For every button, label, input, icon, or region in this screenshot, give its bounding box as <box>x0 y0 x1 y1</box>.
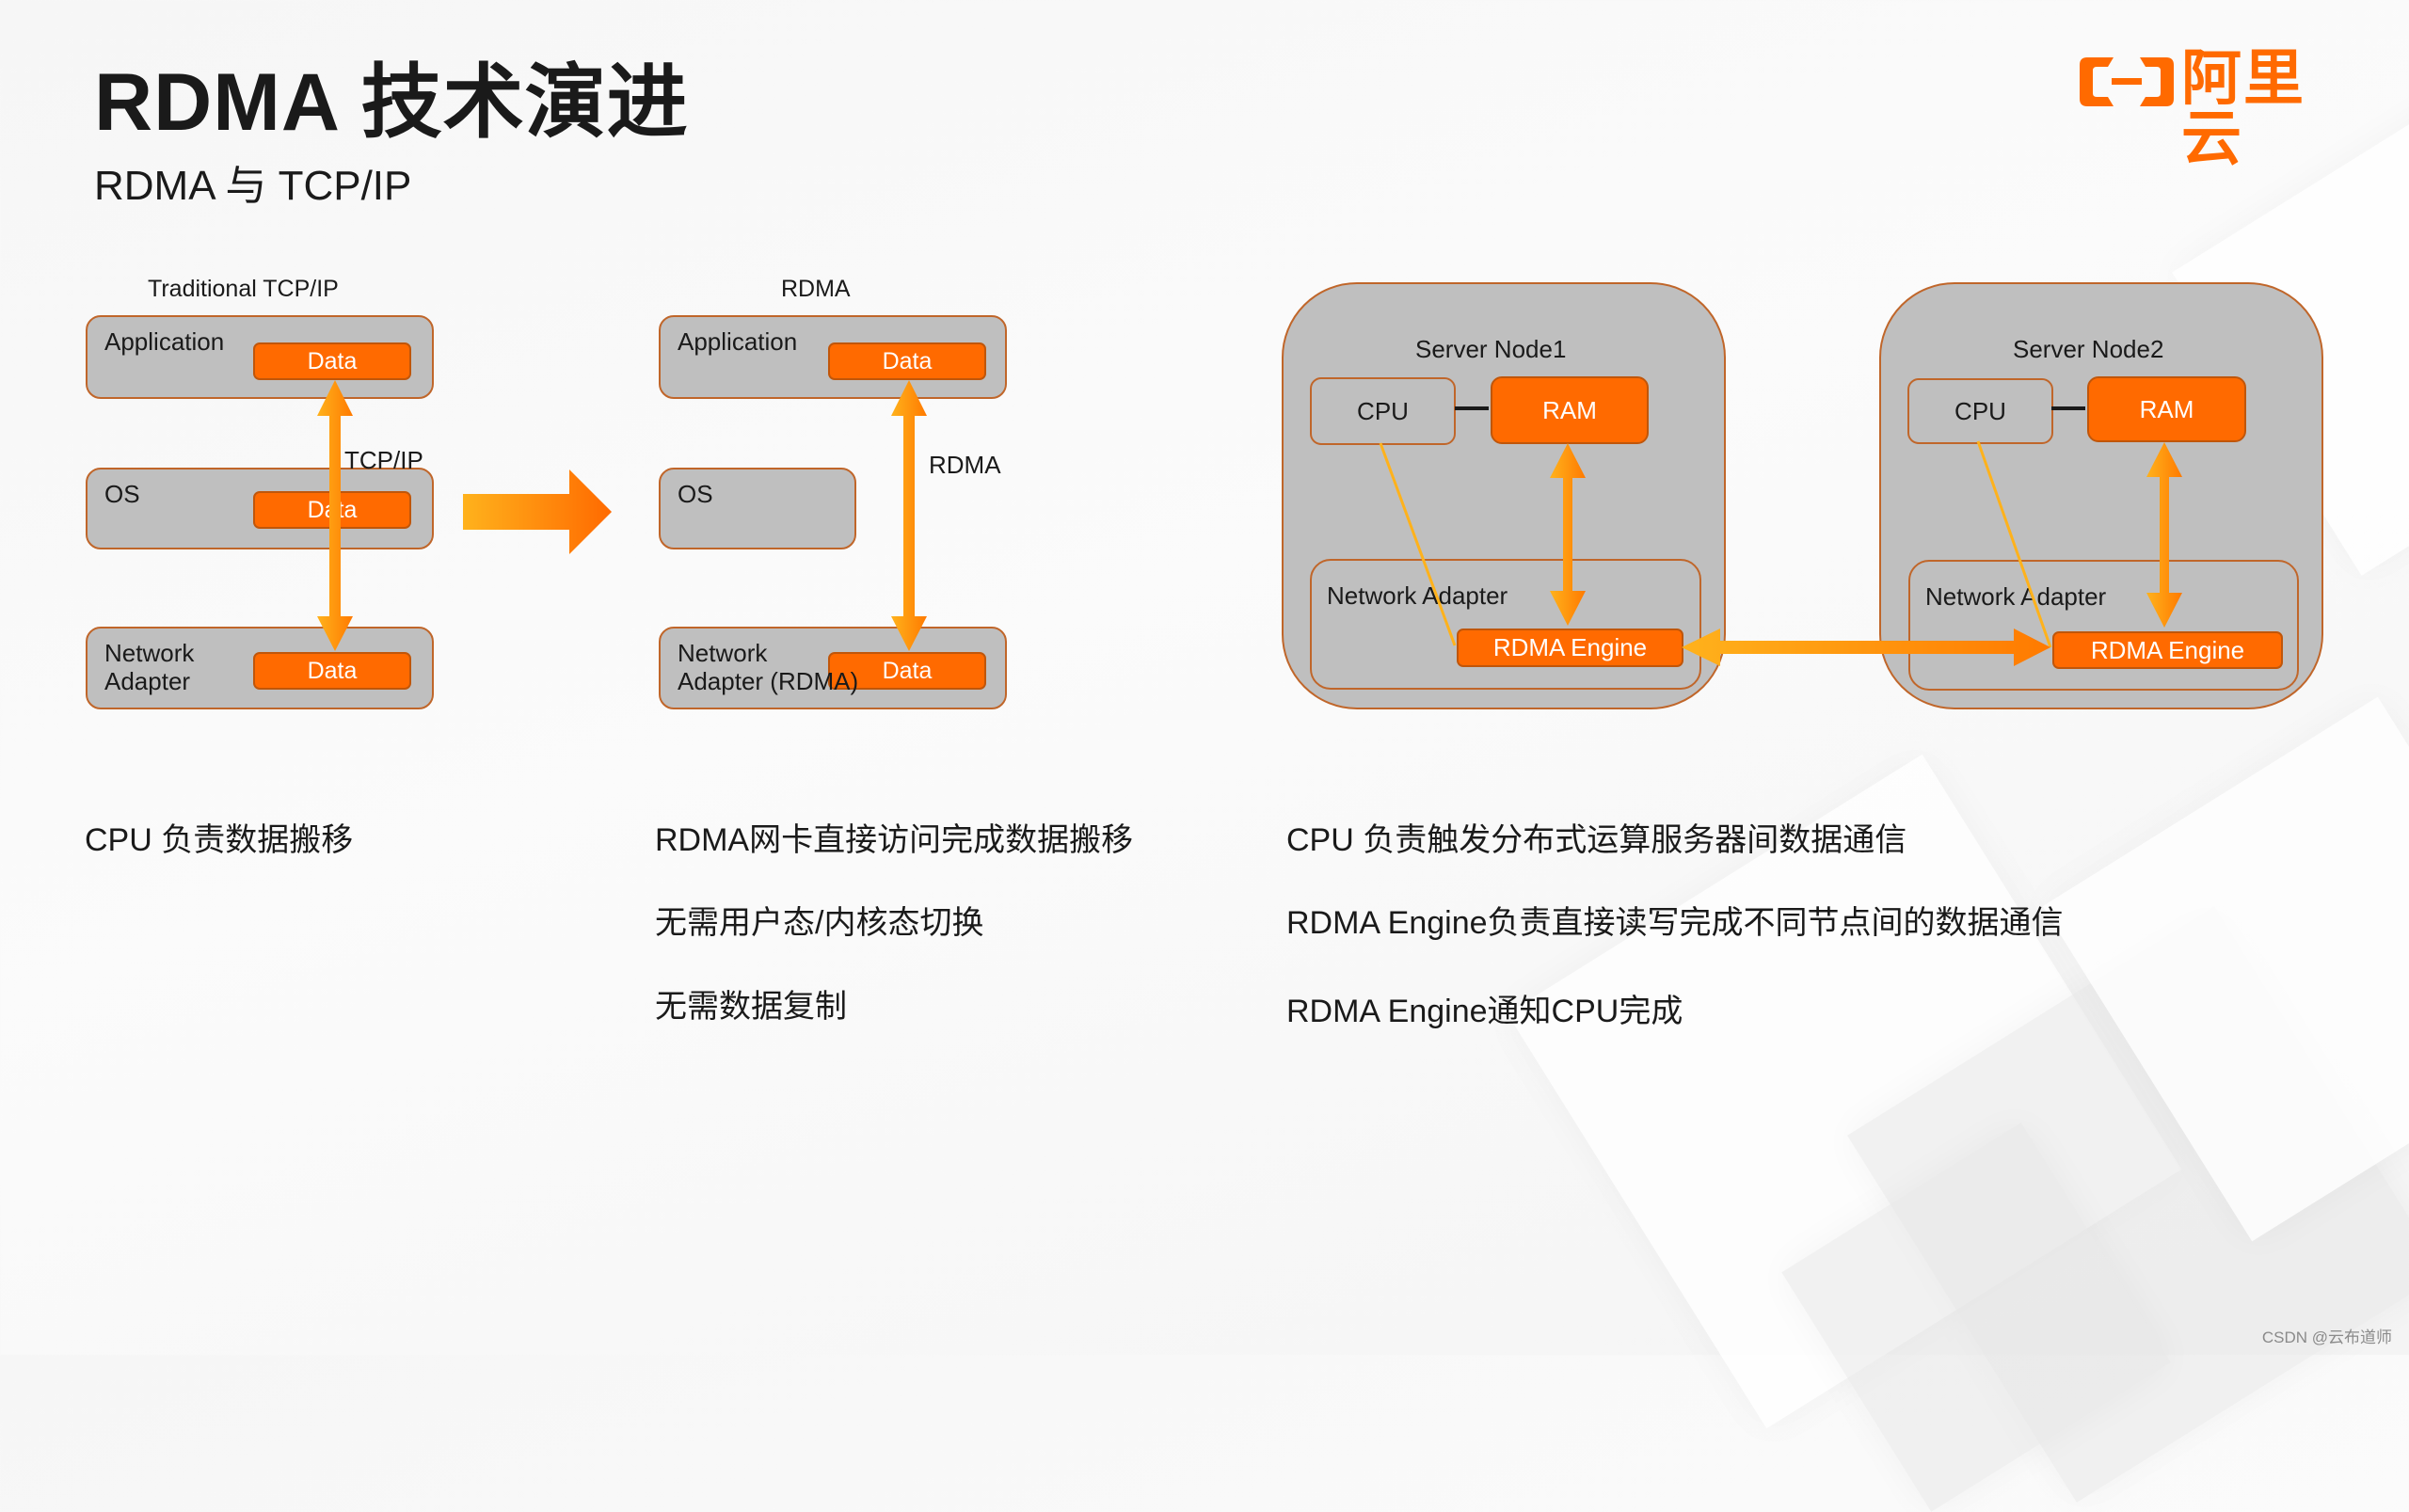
server-node-title: Server Node2 <box>2013 335 2164 363</box>
network-adapter-box: Network Adapter <box>1908 560 2299 691</box>
cpu-box: CPU <box>1310 377 1456 445</box>
tcp-os-layer: OS Data <box>86 468 434 549</box>
node-description: RDMA Engine负责直接读写完成不同节点间的数据通信 <box>1286 905 2064 941</box>
rdma-os-layer: OS <box>659 468 856 549</box>
watermark: CSDN @云布道师 <box>2261 1329 2392 1346</box>
logo-text: 阿里云 <box>2181 44 2305 172</box>
page-title: RDMA 技术演进 <box>94 57 689 148</box>
network-adapter-label: Network Adapter <box>1327 581 1508 610</box>
node-description: CPU 负责触发分布式运算服务器间数据通信 <box>1286 822 1907 858</box>
rdma-description: 无需数据复制 <box>655 989 847 1025</box>
node-description: RDMA Engine通知CPU完成 <box>1286 994 1683 1029</box>
rdma-application-layer: Application Data <box>659 315 1007 399</box>
tcp-arrow-label: TCP/IP <box>344 446 423 474</box>
data-block: Data <box>253 491 411 529</box>
tcp-diagram-label: Traditional TCP/IP <box>148 276 339 302</box>
network-adapter-box: Network Adapter <box>1310 559 1701 690</box>
layer-label: OS <box>104 480 140 508</box>
right-arrow-icon <box>463 470 612 554</box>
server-node-1: Server Node1 CPU RAM Network Adapter RDM… <box>1282 282 1726 709</box>
tcp-description: CPU 负责数据搬移 <box>85 822 354 858</box>
data-block: Data <box>253 342 411 380</box>
tcp-network-adapter-layer: Network Adapter Data <box>86 627 434 709</box>
page-subtitle: RDMA 与 TCP/IP <box>94 163 412 209</box>
network-adapter-label: Network Adapter <box>1925 582 2107 611</box>
server-node-title: Server Node1 <box>1415 335 1567 363</box>
data-block: Data <box>253 652 411 690</box>
rdma-engine-box: RDMA Engine <box>1457 629 1683 667</box>
ram-box: RAM <box>2087 376 2246 442</box>
server-node-2: Server Node2 CPU RAM Network Adapter RDM… <box>1879 282 2323 709</box>
layer-label: OS <box>678 480 713 508</box>
rdma-engine-box: RDMA Engine <box>2052 631 2283 669</box>
rdma-network-adapter-layer: Data Network Adapter (RDMA) <box>659 627 1007 709</box>
layer-label: Application <box>678 327 798 356</box>
rdma-double-arrow-icon <box>891 380 927 651</box>
aliyun-logo: 阿里云 <box>2080 48 2343 168</box>
ram-box: RAM <box>1491 376 1649 444</box>
layer-label: Application <box>104 327 225 356</box>
cpu-box: CPU <box>1907 378 2053 444</box>
rdma-diagram-label: RDMA <box>781 276 851 302</box>
rdma-description: RDMA网卡直接访问完成数据搬移 <box>655 822 1134 858</box>
layer-label: Network Adapter (RDMA) <box>678 639 859 695</box>
data-block: Data <box>828 342 986 380</box>
rdma-description: 无需用户态/内核态切换 <box>655 905 984 941</box>
tcp-application-layer: Application Data <box>86 315 434 399</box>
rdma-arrow-label: RDMA <box>929 451 1001 479</box>
layer-label: Network Adapter <box>104 639 195 695</box>
